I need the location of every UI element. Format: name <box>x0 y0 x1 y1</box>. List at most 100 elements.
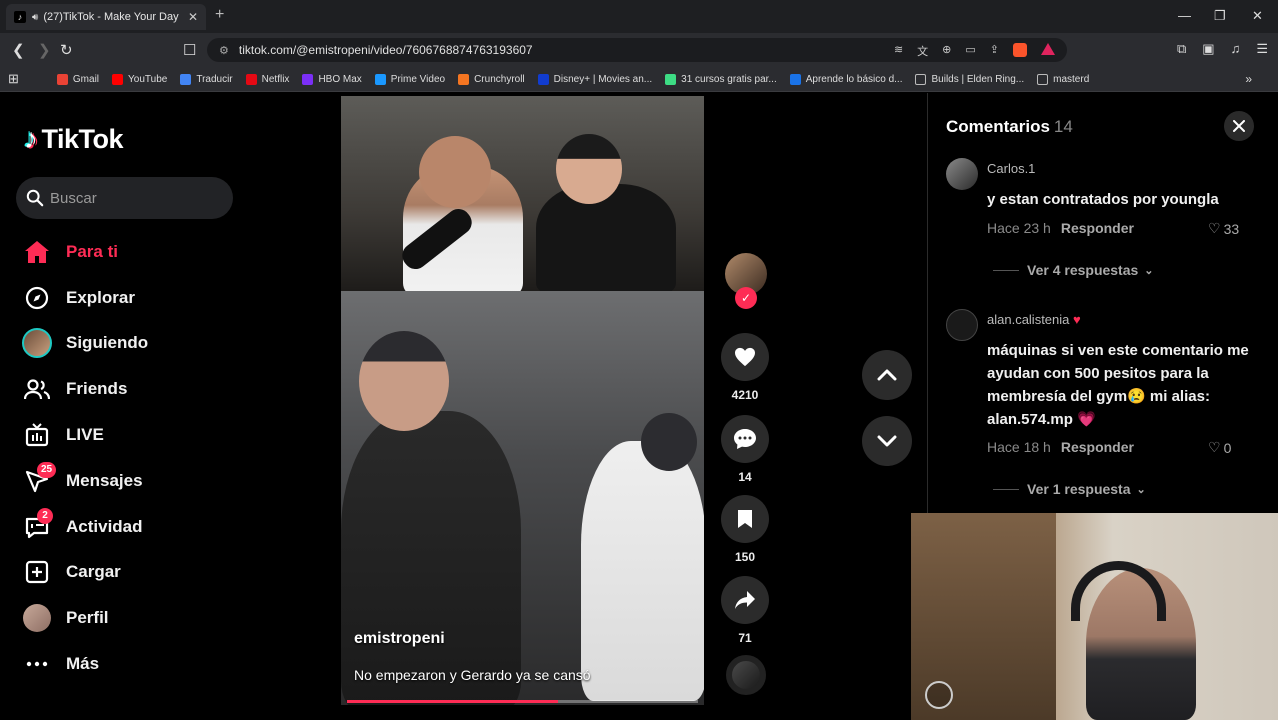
comment-bubble-icon[interactable] <box>721 415 769 463</box>
new-tab-icon[interactable]: + <box>215 6 224 24</box>
bookmark-item[interactable]: Crunchyroll <box>458 73 525 85</box>
bookmark-item[interactable]: Prime Video <box>374 73 446 85</box>
follow-check-icon[interactable]: ✓ <box>735 287 757 309</box>
bookmark-label: Prime Video <box>390 73 446 85</box>
previous-video-button[interactable] <box>862 350 912 400</box>
video-player[interactable]: emistropeni No empezaron y Gerardo ya se… <box>341 96 704 705</box>
nav-item-label: Siguiendo <box>66 333 149 353</box>
view-replies-button[interactable]: Ver 4 respuestas ⌄ <box>993 262 1154 278</box>
bookmark-label: Traducir <box>196 73 233 85</box>
tiktok-logo[interactable]: ♪ TikTok <box>24 123 124 155</box>
comment-item: Carlos.1 y estan contratados por youngla… <box>946 158 1266 288</box>
view-replies-button[interactable]: Ver 1 respuesta ⌄ <box>993 481 1146 497</box>
minimize-icon[interactable]: — <box>1178 8 1191 23</box>
bookmark-item[interactable]: 31 cursos gratis par... <box>665 73 777 85</box>
bookmark-item[interactable]: YouTube <box>112 73 167 85</box>
apps-grid-icon[interactable]: ⊞ <box>8 71 19 87</box>
bookmarks-bar: ⊞ Gmail YouTube Traducir Netflix HBO Max Prim… <box>0 67 1278 92</box>
video-author[interactable]: emistropeni <box>354 630 445 648</box>
nav-item[interactable]: Más <box>20 641 148 687</box>
maximize-icon[interactable]: ❐ <box>1214 8 1226 24</box>
window-close-icon[interactable]: ✕ <box>1252 8 1263 24</box>
video-progress-fill <box>347 700 558 703</box>
bookmark-favicon-icon <box>915 73 927 85</box>
zoom-icon[interactable]: ⊕ <box>942 43 951 59</box>
video-progress-bar[interactable] <box>347 700 698 703</box>
extensions-icon[interactable]: ⧉ <box>1177 41 1186 57</box>
comment-item: alan.calistenia ♥ máquinas si ven este c… <box>946 309 1266 499</box>
sidebar-toggle-icon[interactable]: ▣ <box>1202 41 1214 57</box>
search-box[interactable] <box>16 177 233 219</box>
avatar[interactable] <box>946 309 978 341</box>
comment-username[interactable]: alan.calistenia ♥ <box>987 312 1081 327</box>
home-icon <box>20 235 54 269</box>
comment-like-button[interactable]: ♡ 0 <box>1208 439 1231 456</box>
nav-item[interactable]: Siguiendo <box>20 321 148 367</box>
reload-icon[interactable]: ↻ <box>60 41 73 59</box>
share-action[interactable]: 71 <box>720 576 770 645</box>
bookmark-item[interactable]: Traducir <box>180 73 233 85</box>
brave-shield-icon[interactable] <box>1013 43 1027 57</box>
nav-item[interactable]: 2 Actividad <box>20 504 148 550</box>
bookmark-page-icon[interactable]: ☐ <box>183 41 196 59</box>
next-video-button[interactable] <box>862 416 912 466</box>
comments-count: 14 <box>1053 117 1073 136</box>
heart-outline-icon: ♡ <box>1208 439 1221 455</box>
bookmark-item[interactable]: Aprende lo básico d... <box>789 73 902 85</box>
bookmark-label: HBO Max <box>318 73 362 85</box>
bookmark-item[interactable]: Disney+ | Movies an... <box>537 73 652 85</box>
bookmark-item[interactable]: Netflix <box>245 73 289 85</box>
back-icon[interactable]: ❮ <box>12 41 25 59</box>
save-action[interactable]: 150 <box>720 495 770 564</box>
close-icon <box>1233 120 1245 132</box>
browser-tab[interactable]: ♪ 🔊︎ (27)TikTok - Make Your Day ✕ <box>6 4 206 30</box>
nav-item[interactable]: 25 Mensajes <box>20 458 148 504</box>
bookmark-item[interactable]: HBO Max <box>302 73 362 85</box>
bookmark-item[interactable]: Gmail <box>56 73 99 85</box>
brave-rewards-icon[interactable] <box>1041 43 1055 55</box>
main-nav: Para ti Explorar Siguiendo Friends LIVE 25 Men… <box>20 229 148 687</box>
comment-like-button[interactable]: ♡ 33 <box>1208 220 1239 237</box>
bookmark-favicon-icon <box>245 73 257 85</box>
address-bar[interactable]: ⚙ tiktok.com/@emistropeni/video/76067688… <box>207 38 1067 62</box>
media-icon[interactable]: ♫ <box>1231 41 1241 57</box>
close-comments-button[interactable] <box>1224 111 1254 141</box>
comment-action[interactable]: 14 <box>720 415 770 484</box>
share-icon[interactable]: ⇪ <box>990 43 999 59</box>
bookmark-favicon-icon <box>302 73 314 85</box>
tab-close-icon[interactable]: ✕ <box>188 10 198 24</box>
menu-icon[interactable]: ☰ <box>1256 41 1268 57</box>
translate-icon[interactable]: 文 <box>917 43 928 59</box>
comment-text: y estan contratados por youngla <box>987 191 1219 208</box>
speaker-icon[interactable]: 🔊︎ <box>32 12 38 23</box>
heart-icon[interactable] <box>721 333 769 381</box>
site-settings-icon[interactable]: ⚙ <box>219 44 229 57</box>
tiktok-favicon-icon: ♪ <box>14 11 26 23</box>
bookmark-icon[interactable] <box>721 495 769 543</box>
bookmark-label: Builds | Elden Ring... <box>931 73 1025 85</box>
reader-icon[interactable]: ≋ <box>894 43 903 59</box>
avatar[interactable] <box>946 158 978 190</box>
share-arrow-icon[interactable] <box>721 576 769 624</box>
forward-icon[interactable]: ❯ <box>38 41 51 59</box>
chevron-down-icon <box>877 435 897 447</box>
nav-item[interactable]: Perfil <box>20 595 148 641</box>
folder-icon <box>1037 73 1049 85</box>
reply-button[interactable]: Responder <box>1061 220 1134 236</box>
nav-item[interactable]: Cargar <box>20 550 148 596</box>
like-action[interactable]: 4210 <box>720 333 770 402</box>
reply-button[interactable]: Responder <box>1061 439 1134 455</box>
nav-item[interactable]: Para ti <box>20 229 148 275</box>
search-input[interactable] <box>50 189 220 207</box>
cast-icon[interactable]: ▭ <box>965 43 975 59</box>
nav-item[interactable]: Friends <box>20 366 148 412</box>
bookmark-favicon-icon <box>374 73 386 85</box>
nav-item[interactable]: LIVE <box>20 412 148 458</box>
music-disc-icon[interactable] <box>726 655 766 695</box>
nav-item[interactable]: Explorar <box>20 275 148 321</box>
bookmark-item[interactable]: masterd <box>1037 73 1089 85</box>
comment-username[interactable]: Carlos.1 <box>987 161 1035 176</box>
search-icon[interactable] <box>24 187 46 209</box>
bookmarks-overflow-icon[interactable]: » <box>1245 72 1252 86</box>
bookmark-item[interactable]: Builds | Elden Ring... <box>915 73 1025 85</box>
